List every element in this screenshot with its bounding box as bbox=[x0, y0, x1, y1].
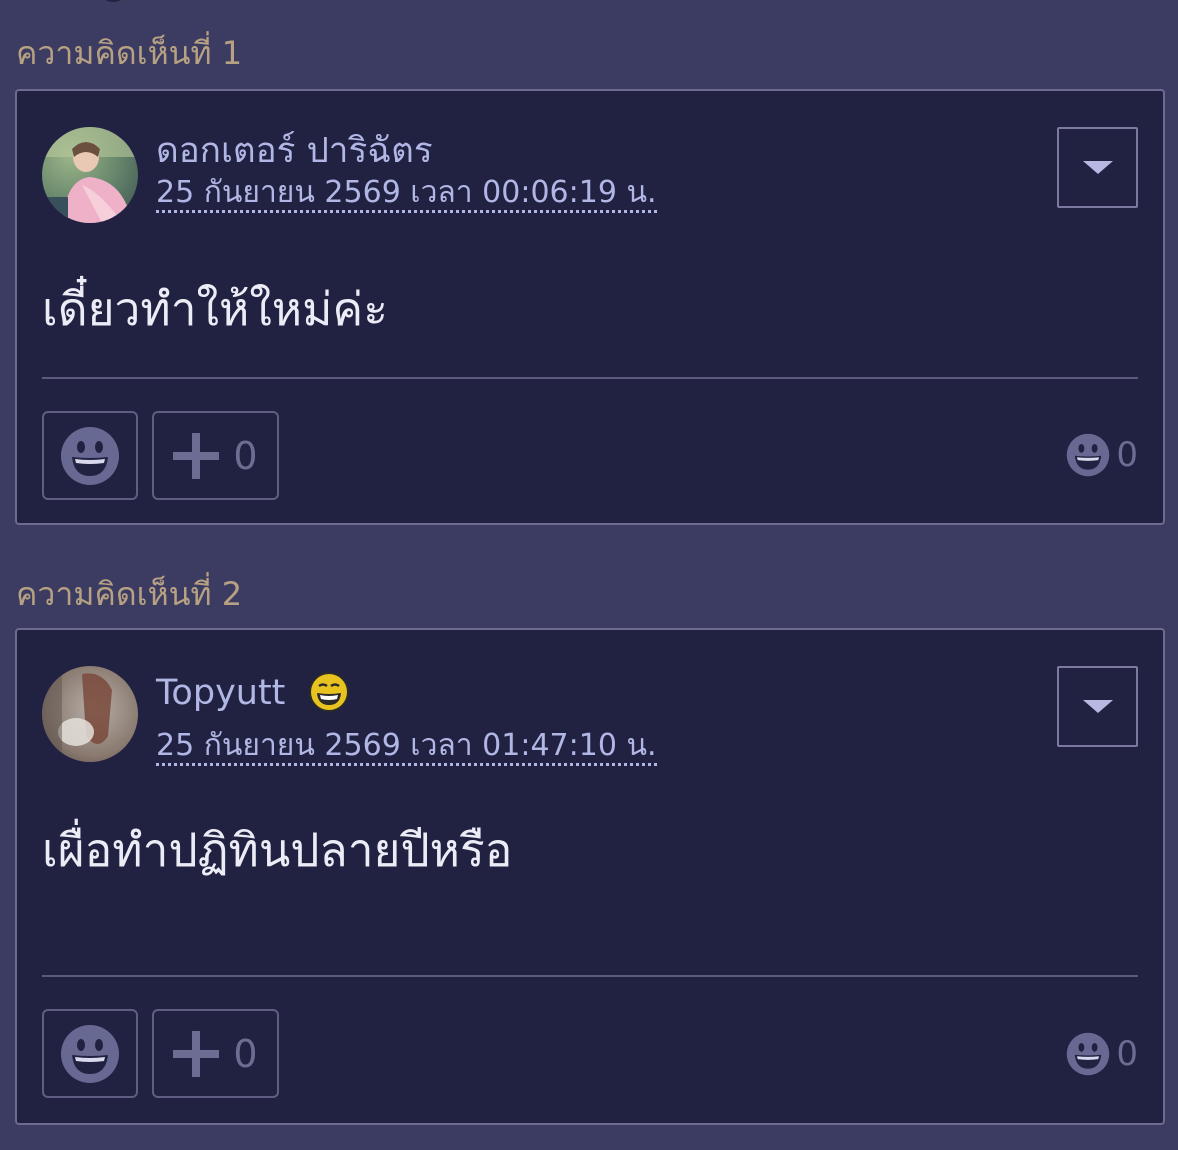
author-avatar[interactable] bbox=[42, 127, 138, 223]
comment-body: เดี๋ยวทำให้ใหม่ค่ะ bbox=[42, 282, 388, 336]
chevron-down-icon bbox=[1082, 700, 1113, 713]
comment-divider bbox=[42, 975, 1138, 977]
chevron-down-icon bbox=[1082, 161, 1113, 174]
author-name: Topyutt bbox=[156, 673, 286, 713]
comment-heading: ความคิดเห็นที่ 2 bbox=[16, 575, 243, 613]
reaction-count: 0 bbox=[1116, 435, 1138, 475]
plus-icon bbox=[173, 432, 220, 479]
plus-one-button[interactable]: 0 bbox=[152, 1009, 279, 1098]
reaction-total[interactable]: 0 bbox=[1066, 432, 1138, 478]
comment-card: Topyutt 25 กันยายน 2569 เวลา 01:47:10 น.… bbox=[15, 628, 1165, 1125]
comment-divider bbox=[42, 377, 1138, 379]
smiley-face-icon bbox=[61, 426, 119, 485]
react-emoji-button[interactable] bbox=[42, 411, 138, 500]
author-name-link[interactable]: ดอกเตอร์ ปาริฉัตร bbox=[156, 128, 433, 174]
reaction-total[interactable]: 0 bbox=[1066, 1031, 1138, 1077]
plus-count: 0 bbox=[233, 433, 258, 478]
plus-icon bbox=[173, 1030, 220, 1077]
author-name-link[interactable]: Topyutt bbox=[156, 670, 349, 716]
smiley-face-icon bbox=[61, 1024, 119, 1083]
react-emoji-button[interactable] bbox=[42, 1009, 138, 1098]
comment-timestamp-link[interactable]: 25 กันยายน 2569 เวลา 01:47:10 น. bbox=[156, 726, 657, 766]
plus-count: 0 bbox=[233, 1031, 258, 1076]
smiley-face-icon bbox=[1067, 1032, 1110, 1076]
smiley-face-icon bbox=[1067, 433, 1110, 477]
comment-menu-button[interactable] bbox=[1057, 127, 1138, 208]
grinning-emoji-icon bbox=[308, 672, 349, 712]
comment-timestamp-link[interactable]: 25 กันยายน 2569 เวลา 00:06:19 น. bbox=[156, 173, 657, 213]
plus-one-button[interactable]: 0 bbox=[152, 411, 279, 500]
author-avatar[interactable] bbox=[42, 666, 138, 762]
comments-page: ความคิดเห็นที่ 1 ดอกเตอร์ ปาริฉัตร 25 กั… bbox=[0, 0, 1178, 1150]
comment-menu-button[interactable] bbox=[1057, 666, 1138, 747]
reaction-count: 0 bbox=[1116, 1034, 1138, 1074]
author-name: ดอกเตอร์ ปาริฉัตร bbox=[156, 131, 433, 171]
previous-avatar-edge bbox=[98, 0, 128, 2]
comment-heading: ความคิดเห็นที่ 1 bbox=[16, 34, 243, 72]
comment-card: ดอกเตอร์ ปาริฉัตร 25 กันยายน 2569 เวลา 0… bbox=[15, 89, 1165, 525]
comment-body: เผื่อทำปฏิทินปลายปีหรือ bbox=[42, 823, 513, 877]
